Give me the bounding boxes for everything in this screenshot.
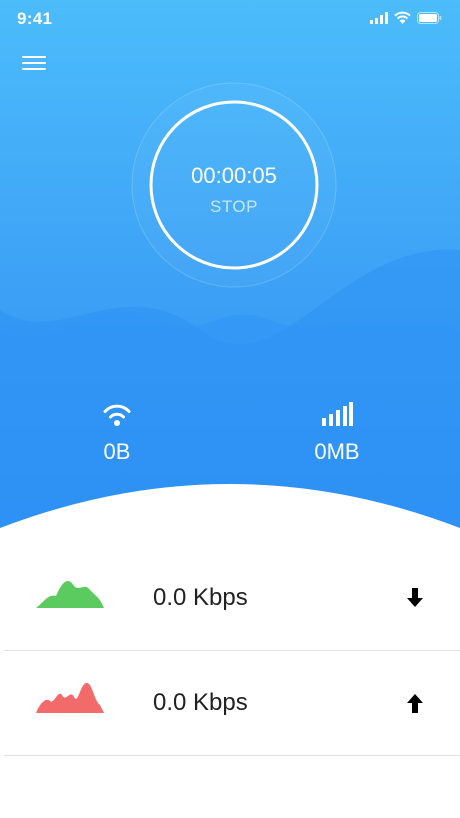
download-speed: 0.0 Kbps — [153, 584, 248, 611]
cellular-usage-stat: 0MB — [277, 402, 397, 465]
hamburger-menu-icon[interactable] — [22, 52, 46, 72]
cellular-signal-icon — [322, 402, 353, 426]
cellular-usage-value: 0MB — [314, 439, 360, 464]
wifi-usage-stat: 0B — [57, 402, 177, 465]
upload-graph — [36, 682, 104, 713]
status-bar: 9:41 — [0, 0, 460, 40]
signal-icon — [370, 11, 388, 24]
download-row: 0.0 Kbps — [4, 546, 460, 651]
stop-button[interactable]: STOP — [194, 197, 274, 217]
app-screen: 9:41 00:00:05 STOP 0B 0MB 0.0 Kbps 0.0 K… — [0, 0, 460, 818]
download-arrow-icon — [407, 588, 423, 607]
wifi-icon — [103, 404, 131, 426]
elapsed-time: 00:00:05 — [191, 163, 277, 188]
upload-speed: 0.0 Kbps — [153, 689, 248, 716]
download-graph — [36, 581, 104, 608]
wifi-usage-value: 0B — [103, 439, 131, 464]
status-icons — [370, 11, 442, 24]
status-time: 9:41 — [17, 9, 53, 28]
hero-panel: 9:41 00:00:05 STOP 0B 0MB — [0, 0, 460, 560]
wifi-icon — [394, 11, 411, 24]
battery-icon — [417, 11, 442, 24]
upload-arrow-icon — [407, 694, 423, 713]
timer-circle: 00:00:05 STOP — [131, 82, 337, 288]
upload-row: 0.0 Kbps — [4, 651, 460, 756]
